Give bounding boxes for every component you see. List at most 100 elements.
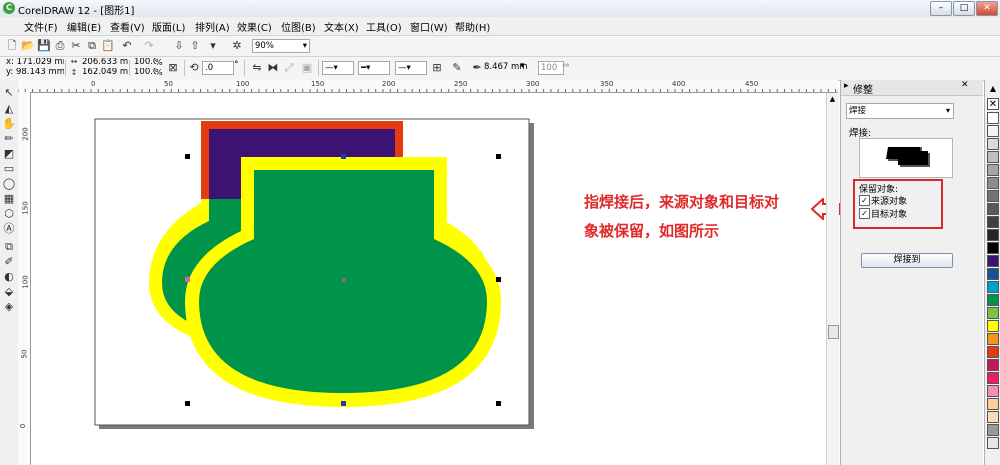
maximize-button[interactable]: □: [953, 1, 975, 16]
target-object-checkbox[interactable]: ✓: [859, 208, 870, 219]
text-tool-icon[interactable]: Ⓐ: [2, 222, 16, 236]
intersect-icon[interactable]: ▣: [300, 61, 314, 75]
color-swatch[interactable]: [987, 242, 999, 254]
polygon-tool-icon[interactable]: ▦: [2, 192, 16, 206]
color-swatch[interactable]: [987, 229, 999, 241]
end-arrow-select[interactable]: —▾: [395, 61, 427, 75]
vertical-scrollbar[interactable]: ▲: [826, 93, 839, 465]
scroll-thumb[interactable]: [828, 325, 839, 339]
corel-online-icon[interactable]: ✲: [230, 39, 244, 53]
width-field[interactable]: 206.633 mr: [80, 58, 128, 67]
redo-icon[interactable]: ↷: [142, 39, 156, 53]
copy-icon[interactable]: ⧉: [85, 39, 99, 53]
interactive-blend-tool-icon[interactable]: ⧉: [2, 240, 16, 254]
color-swatch[interactable]: [987, 138, 999, 150]
color-swatch[interactable]: [987, 203, 999, 215]
color-swatch[interactable]: [987, 372, 999, 384]
outline-style-select[interactable]: ━▾: [358, 61, 390, 75]
menu-effects[interactable]: 效果(C): [237, 19, 272, 34]
menu-file[interactable]: 文件(F): [24, 19, 58, 34]
ellipse-tool-icon[interactable]: ◯: [2, 177, 16, 191]
menu-edit[interactable]: 编辑(E): [67, 19, 101, 34]
open-icon[interactable]: 📂: [21, 39, 35, 53]
height-field[interactable]: 162.049 mr: [80, 68, 128, 77]
color-swatch[interactable]: [987, 333, 999, 345]
menu-arrange[interactable]: 排列(A): [195, 19, 230, 34]
basic-shapes-tool-icon[interactable]: ⬡: [2, 207, 16, 221]
docker-close-icon[interactable]: ✕: [961, 80, 969, 90]
fill-level-field[interactable]: 100: [538, 61, 564, 75]
color-swatch[interactable]: [987, 320, 999, 332]
shaping-mode-select[interactable]: 焊接 ▾: [846, 103, 954, 119]
color-swatch[interactable]: [987, 359, 999, 371]
color-swatch[interactable]: [987, 216, 999, 228]
drawing-canvas[interactable]: × 指焊接后，来源对象和目标对 象被保留，如图所示: [31, 93, 840, 465]
pick-tool-icon[interactable]: ↖: [2, 86, 16, 100]
fill-tool-icon[interactable]: ⬙: [2, 285, 16, 299]
close-button[interactable]: ✕: [976, 1, 998, 16]
trim-icon[interactable]: ⤢: [282, 61, 296, 75]
source-object-checkbox[interactable]: ✓: [859, 195, 870, 206]
color-swatch[interactable]: [987, 112, 999, 124]
palette-scroll-up-icon[interactable]: ▲: [987, 84, 999, 94]
color-swatch[interactable]: [987, 255, 999, 267]
start-arrow-select[interactable]: —▾: [322, 61, 354, 75]
menu-view[interactable]: 查看(V): [110, 19, 145, 34]
x-position-field[interactable]: x: 171.029 mm: [4, 58, 64, 67]
import-icon[interactable]: ⇩: [172, 39, 186, 53]
outline-tool-icon[interactable]: ◐: [2, 270, 16, 284]
paste-icon[interactable]: 📋: [101, 39, 115, 53]
no-color-swatch[interactable]: ✕: [987, 98, 999, 110]
wrap-text-icon[interactable]: ⊞: [430, 61, 444, 75]
outline-width-dropdown-icon[interactable]: ▾: [520, 61, 525, 71]
spin-icon[interactable]: ⇔: [562, 61, 570, 71]
color-swatch[interactable]: [987, 346, 999, 358]
minimize-button[interactable]: –: [930, 1, 952, 16]
cut-icon[interactable]: ✂: [69, 39, 83, 53]
shape-tool-icon[interactable]: ◭: [2, 102, 16, 116]
color-swatch[interactable]: [987, 294, 999, 306]
color-swatch[interactable]: [987, 398, 999, 410]
angle-field[interactable]: .0: [202, 61, 234, 75]
rectangle-tool-icon[interactable]: ▭: [2, 162, 16, 176]
weld-to-button[interactable]: 焊接到: [861, 253, 953, 268]
smart-fill-tool-icon[interactable]: ◩: [2, 147, 16, 161]
pan-tool-icon[interactable]: ✋: [2, 117, 16, 131]
menu-layout[interactable]: 版面(L): [152, 19, 185, 34]
scroll-up-icon[interactable]: ▲: [828, 95, 837, 103]
color-swatch[interactable]: [987, 385, 999, 397]
export-icon[interactable]: ⇧: [188, 39, 202, 53]
docker-arrow-icon[interactable]: ▸: [844, 81, 849, 91]
interactive-fill-tool-icon[interactable]: ◈: [2, 300, 16, 314]
eyedropper-tool-icon[interactable]: ✐: [2, 255, 16, 269]
outline-pen-icon[interactable]: ✎: [450, 61, 464, 75]
color-swatch[interactable]: [987, 268, 999, 280]
freehand-tool-icon[interactable]: ✏: [2, 132, 16, 146]
mirror-icon[interactable]: ⇋: [250, 61, 264, 75]
menu-text[interactable]: 文本(X): [324, 19, 359, 34]
undo-icon[interactable]: ↶: [120, 39, 134, 53]
menu-bitmaps[interactable]: 位图(B): [281, 19, 316, 34]
color-swatch[interactable]: [987, 411, 999, 423]
color-swatch[interactable]: [987, 281, 999, 293]
menu-tools[interactable]: 工具(O): [366, 19, 402, 34]
lock-ratio-icon[interactable]: ⊠: [166, 61, 180, 75]
color-swatch[interactable]: [987, 424, 999, 436]
y-position-field[interactable]: y: 98.143 mm: [4, 68, 64, 77]
scale-width-field[interactable]: 100.0: [132, 58, 156, 67]
color-swatch[interactable]: [987, 437, 999, 449]
color-swatch[interactable]: [987, 125, 999, 137]
print-icon[interactable]: ⎙: [53, 39, 67, 53]
save-icon[interactable]: 💾: [37, 39, 51, 53]
color-swatch[interactable]: [987, 177, 999, 189]
zoom-level-select[interactable]: 90% ▾: [252, 39, 310, 53]
new-document-icon[interactable]: 🗋: [5, 39, 19, 53]
color-swatch[interactable]: [987, 307, 999, 319]
weld-icon[interactable]: ⧓: [266, 61, 280, 75]
scale-height-field[interactable]: 100.0: [132, 68, 156, 77]
color-swatch[interactable]: [987, 164, 999, 176]
color-swatch[interactable]: [987, 190, 999, 202]
menu-window[interactable]: 窗口(W): [410, 19, 448, 34]
color-swatch[interactable]: [987, 151, 999, 163]
application-launcher-icon[interactable]: ▾: [206, 39, 220, 53]
